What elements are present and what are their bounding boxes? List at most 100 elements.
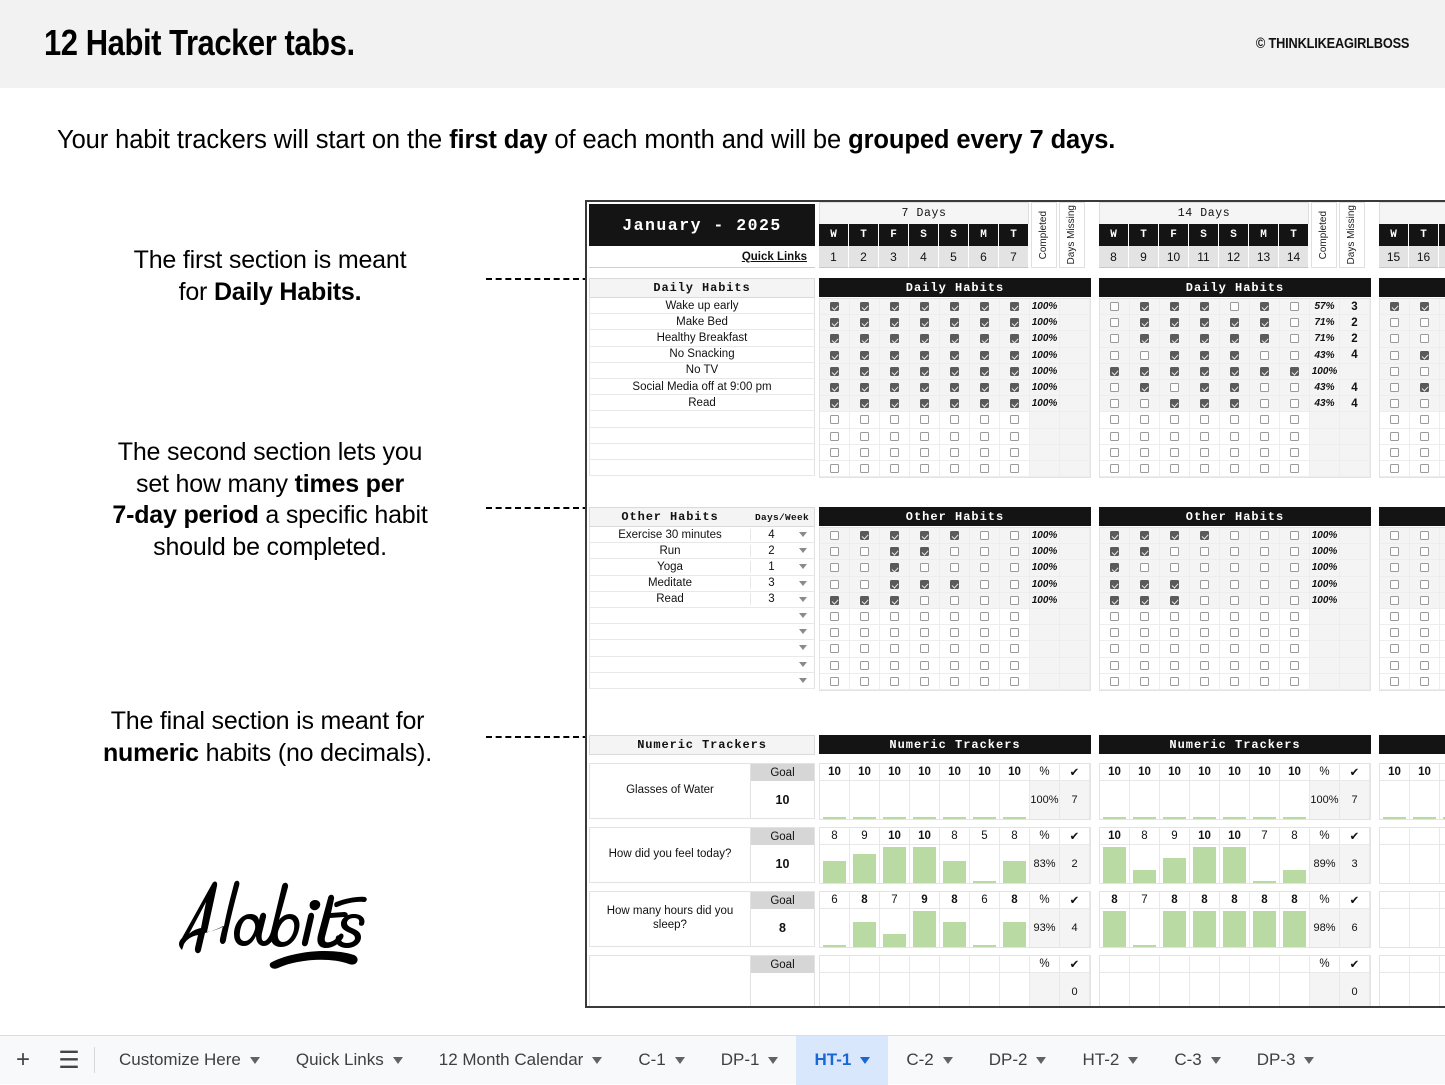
checkbox-unchecked-icon[interactable] [860,676,869,686]
numeric-value-cell[interactable]: 10 [1190,764,1220,781]
checkbox-checked-icon[interactable] [1260,302,1269,312]
goal-value[interactable]: 10 [751,781,814,818]
numeric-value-cell[interactable]: 7 [880,892,910,909]
habit-checkbox-cell[interactable] [1280,428,1310,445]
numeric-tracker-name-row[interactable]: How many hours did you sleep? Goal 8 [589,891,815,947]
checkbox-checked-icon[interactable] [1290,366,1299,376]
checkbox-unchecked-icon[interactable] [950,431,959,441]
days-per-week-dropdown[interactable] [792,661,814,667]
habit-checkbox-cell[interactable] [1280,347,1310,364]
habit-checkbox-cell[interactable] [1410,428,1440,445]
habit-checkbox-cell[interactable] [940,657,970,674]
habit-checkbox-cell[interactable] [820,363,850,380]
numeric-value-cell[interactable]: 10 [1250,764,1280,781]
checkbox-unchecked-icon[interactable] [890,628,899,638]
habit-checkbox-cell[interactable] [970,673,1000,690]
habit-checkbox-cell[interactable] [1440,331,1445,348]
chevron-down-icon[interactable] [1210,1056,1221,1064]
checkbox-unchecked-icon[interactable] [890,431,899,441]
checkbox-checked-icon[interactable] [1230,318,1239,328]
checkbox-unchecked-icon[interactable] [1420,463,1429,473]
habit-checkbox-cell[interactable] [1410,528,1440,545]
checkbox-unchecked-icon[interactable] [980,547,989,557]
checkbox-unchecked-icon[interactable] [1290,415,1299,425]
habit-checkbox-cell[interactable] [970,444,1000,461]
habit-checkbox-cell[interactable] [910,412,940,429]
other-habit-name-row[interactable] [589,608,815,625]
numeric-value-cell[interactable] [820,956,850,973]
checkbox-checked-icon[interactable] [1260,318,1269,328]
habit-checkbox-cell[interactable] [1250,379,1280,397]
checkbox-unchecked-icon[interactable] [1230,612,1239,622]
checkbox-unchecked-icon[interactable] [980,595,989,605]
checkbox-unchecked-icon[interactable] [920,431,929,441]
habit-checkbox-cell[interactable] [1100,657,1130,674]
checkbox-checked-icon[interactable] [980,302,989,312]
habit-checkbox-cell[interactable] [970,363,1000,380]
checkbox-unchecked-icon[interactable] [1290,531,1299,541]
checkbox-unchecked-icon[interactable] [1010,447,1019,457]
habit-checkbox-cell[interactable] [1250,444,1280,461]
checkbox-unchecked-icon[interactable] [1200,431,1209,441]
habit-check-grid[interactable]: 100% 100% 100% 100% 100% 100% 100% [819,298,1091,479]
numeric-tracker-grid[interactable]: 10 8 9 10 10 7 8% ✔ 89% 3 [1099,827,1371,884]
numeric-value-cell[interactable] [880,956,910,973]
habit-checkbox-cell[interactable] [880,299,910,316]
habit-checkbox-cell[interactable] [970,460,1000,478]
habit-checkbox-cell[interactable] [1410,299,1440,316]
habit-checkbox-cell[interactable] [970,608,1000,626]
checkbox-checked-icon[interactable] [1390,302,1399,312]
checkbox-checked-icon[interactable] [860,318,869,328]
checkbox-unchecked-icon[interactable] [1420,676,1429,686]
habit-checkbox-cell[interactable] [1130,576,1160,593]
checkbox-unchecked-icon[interactable] [1290,383,1299,393]
checkbox-checked-icon[interactable] [830,334,839,344]
checkbox-unchecked-icon[interactable] [1290,595,1299,605]
numeric-value-cell[interactable]: 8 [1000,828,1030,845]
habit-checkbox-cell[interactable] [850,444,880,461]
habit-checkbox-cell[interactable] [910,444,940,461]
habit-checkbox-cell[interactable] [940,576,970,593]
habit-checkbox-cell[interactable] [1160,641,1190,658]
numeric-value-cell[interactable] [1380,828,1410,845]
habit-checkbox-cell[interactable] [1100,592,1130,609]
checkbox-unchecked-icon[interactable] [1230,660,1239,670]
numeric-value-cell[interactable]: 10 [1410,764,1440,781]
habit-checkbox-cell[interactable] [880,331,910,348]
checkbox-unchecked-icon[interactable] [1230,628,1239,638]
habit-checkbox-cell[interactable] [1440,609,1445,626]
checkbox-checked-icon[interactable] [1140,547,1149,557]
checkbox-unchecked-icon[interactable] [1230,447,1239,457]
numeric-value-cell[interactable] [1410,956,1440,973]
checkbox-checked-icon[interactable] [950,579,959,589]
habit-checkbox-cell[interactable] [1380,396,1410,413]
checkbox-unchecked-icon[interactable] [1010,431,1019,441]
habit-checkbox-cell[interactable] [940,592,970,609]
chevron-down-icon[interactable] [768,1056,779,1064]
daily-habit-name-row[interactable]: Social Media off at 9:00 pm [589,379,815,396]
habit-checkbox-cell[interactable] [1130,444,1160,461]
numeric-tracker-grid[interactable]: 8 9 10 10 8 5 8% ✔ 83% 2 [819,827,1091,884]
checkbox-unchecked-icon[interactable] [1260,644,1269,654]
numeric-value-cell[interactable]: 7 [1250,828,1280,845]
all-sheets-menu-icon[interactable]: ☰ [46,1036,92,1085]
habit-checkbox-cell[interactable] [850,625,880,642]
checkbox-unchecked-icon[interactable] [1110,431,1119,441]
checkbox-unchecked-icon[interactable] [1170,431,1179,441]
habit-checkbox-cell[interactable] [1410,412,1440,429]
days-per-week-dropdown[interactable] [792,629,814,635]
checkbox-unchecked-icon[interactable] [1170,447,1179,457]
numeric-tracker-grid[interactable]: %✔ [1379,827,1445,884]
habit-checkbox-cell[interactable] [1190,544,1220,561]
checkbox-checked-icon[interactable] [860,595,869,605]
checkbox-unchecked-icon[interactable] [1170,463,1179,473]
checkbox-checked-icon[interactable] [1200,531,1209,541]
habit-checkbox-cell[interactable] [1280,460,1310,478]
checkbox-checked-icon[interactable] [920,334,929,344]
numeric-value-cell[interactable] [850,956,880,973]
numeric-value-cell[interactable]: 10 [1000,764,1030,781]
checkbox-checked-icon[interactable] [860,531,869,541]
checkbox-unchecked-icon[interactable] [1200,628,1209,638]
habit-checkbox-cell[interactable] [1100,460,1130,478]
checkbox-unchecked-icon[interactable] [1390,366,1399,376]
